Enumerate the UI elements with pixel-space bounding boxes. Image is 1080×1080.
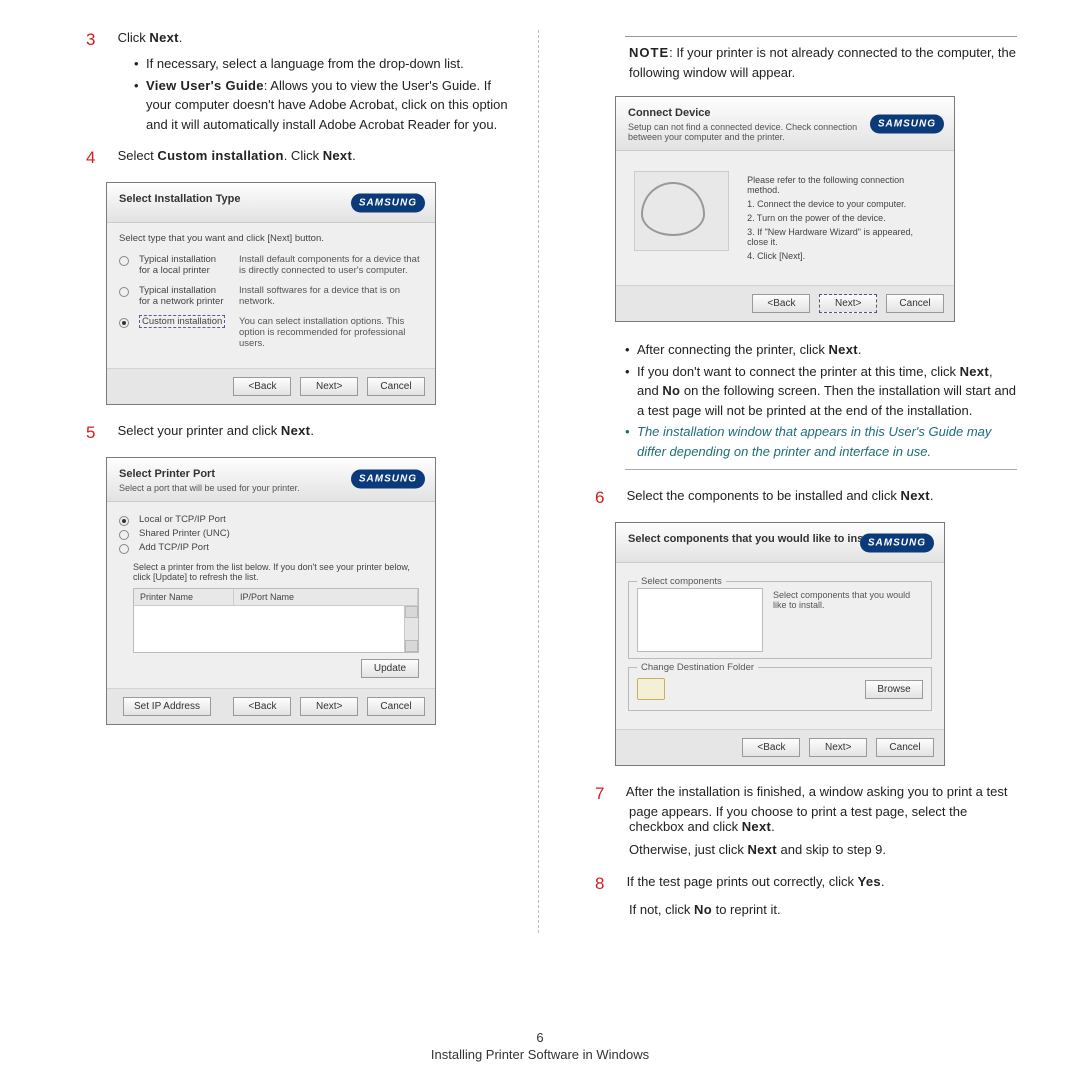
dialog-body: Select components Select components that… [616,563,944,729]
dialog-body: Please refer to the following connection… [616,151,954,285]
right-column: NOTE: If your printer is not already con… [539,30,1037,933]
dialog-footer: Set IP Address <Back Next> Cancel [107,688,435,724]
cancel-button[interactable]: Cancel [367,697,425,716]
scroll-down-icon[interactable] [405,640,418,652]
radio-local-tcpip[interactable]: Local or TCP/IP Port [119,514,423,526]
samsung-logo: SAMSUNG [351,193,425,212]
step-text-2: Otherwise, just click Next and skip to s… [629,840,1017,860]
note-paragraph: NOTE: If your printer is not already con… [629,43,1017,82]
bullet: After connecting the printer, click Next… [625,340,1017,360]
page: 3 Click Next. If necessary, select a lan… [0,0,1080,933]
step-text-2: If not, click No to reprint it. [629,900,1017,920]
dialog-footer: <Back Next> Cancel [616,729,944,765]
step-number: 6 [595,488,623,508]
scrollbar[interactable] [404,606,418,652]
step-4: 4 Select Custom installation. Click Next… [120,148,508,168]
step-text: Select your printer and click Next. [118,423,314,438]
browse-button[interactable]: Browse [865,680,923,699]
back-button[interactable]: <Back [742,738,800,757]
dialog-header: Select components that you would like to… [616,523,944,563]
dialog-select-printer-port: × Select Printer Port Select a port that… [106,457,436,725]
divider [625,36,1017,37]
fieldset-components: Select components Select components that… [628,581,932,659]
step-number: 5 [86,423,114,443]
radio-shared-unc[interactable]: Shared Printer (UNC) [119,528,423,540]
dialog-header: Connect Device Setup can not find a conn… [616,97,954,151]
bullet: View User's Guide: Allows you to view th… [134,76,508,135]
radio-icon [119,544,129,554]
radio-icon [119,530,129,540]
step-7: 7 After the installation is finished, a … [629,784,1017,860]
step-text: After the installation is finished, a wi… [626,784,1008,834]
scroll-up-icon[interactable] [405,606,418,618]
back-button[interactable]: <Back [233,377,291,396]
dialog-footer: <Back Next> Cancel [616,285,954,321]
dialog-header: Select Printer Port Select a port that w… [107,458,435,502]
step-5: 5 Select your printer and click Next. [120,423,508,443]
step-6: 6 Select the components to be installed … [629,488,1017,508]
radio-icon [119,256,129,266]
bullet: If necessary, select a language from the… [134,54,508,74]
step-number: 4 [86,148,114,168]
step-text: Select Custom installation. Click Next. [118,148,356,163]
update-button[interactable]: Update [361,659,419,678]
step-number: 8 [595,874,623,894]
page-number: 6 [0,1030,1080,1045]
dialog-body: Local or TCP/IP Port Shared Printer (UNC… [107,502,435,688]
step-text: Select the components to be installed an… [627,488,934,503]
next-button[interactable]: Next> [300,697,358,716]
fieldset-destination: Change Destination Folder Browse [628,667,932,711]
dialog-connect-device: × Connect Device Setup can not find a co… [615,96,955,322]
samsung-logo: SAMSUNG [860,533,934,552]
folder-icon [637,678,665,700]
footer-title: Installing Printer Software in Windows [431,1047,649,1062]
radio-icon [119,516,129,526]
radio-add-tcpip[interactable]: Add TCP/IP Port [119,542,423,554]
list-header: Printer Name IP/Port Name [134,589,418,606]
hint-text: Select a printer from the list below. If… [133,562,419,582]
printer-list[interactable]: Printer Name IP/Port Name [133,588,419,653]
next-button[interactable]: Next> [809,738,867,757]
back-button[interactable]: <Back [752,294,810,313]
samsung-logo: SAMSUNG [870,114,944,133]
step-number: 3 [86,30,114,50]
radio-icon [119,318,129,328]
post-dialog-bullets: After connecting the printer, click Next… [625,340,1017,461]
connection-illustration [634,171,729,251]
cancel-button[interactable]: Cancel [367,377,425,396]
dialog-select-installation-type: × Select Installation Type SAMSUNG Selec… [106,182,436,405]
radio-typical-network[interactable]: Typical installation for a network print… [119,285,423,308]
dialog-footer: <Back Next> Cancel [107,368,435,404]
step-3-bullets: If necessary, select a language from the… [120,54,508,134]
dialog-body: Select type that you want and click [Nex… [107,223,435,368]
samsung-logo: SAMSUNG [351,470,425,489]
step-text: Click Next. [118,30,183,45]
radio-custom[interactable]: Custom installation You can select insta… [119,316,423,350]
bullet: If you don't want to connect the printer… [625,362,1017,421]
set-ip-button[interactable]: Set IP Address [123,697,211,716]
cancel-button[interactable]: Cancel [886,294,944,313]
bullet-italic-note: The installation window that appears in … [625,422,1017,461]
divider [625,469,1017,470]
radio-icon [119,287,129,297]
components-list[interactable] [637,588,763,652]
step-8: 8 If the test page prints out correctly,… [629,874,1017,920]
dialog-sub: Setup can not find a connected device. C… [628,122,858,142]
left-column: 3 Click Next. If necessary, select a lan… [40,30,538,933]
step-number: 7 [595,784,623,804]
back-button[interactable]: <Back [233,697,291,716]
step-text: If the test page prints out correctly, c… [627,874,885,889]
next-button[interactable]: Next> [300,377,358,396]
page-footer: 6 Installing Printer Software in Windows [0,1030,1080,1062]
dialog-subtitle: Select type that you want and click [Nex… [119,233,423,244]
connection-steps: Please refer to the following connection… [747,171,936,265]
list-body [134,606,418,652]
next-button[interactable]: Next> [819,294,877,313]
dialog-header: Select Installation Type SAMSUNG [107,183,435,223]
cancel-button[interactable]: Cancel [876,738,934,757]
dialog-select-components: × Select components that you would like … [615,522,945,766]
step-3: 3 Click Next. If necessary, select a lan… [120,30,508,134]
radio-typical-local[interactable]: Typical installation for a local printer… [119,254,423,277]
